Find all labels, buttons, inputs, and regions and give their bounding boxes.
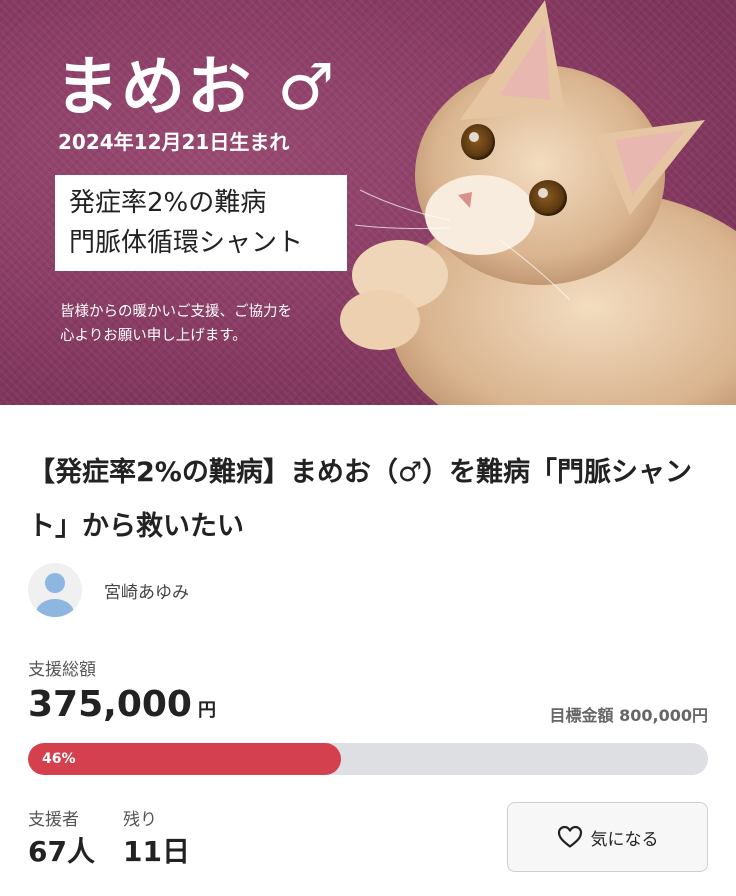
heart-icon: [557, 825, 582, 848]
author-name[interactable]: 宮崎あゆみ: [104, 578, 189, 603]
supporters-value: 67人: [28, 835, 95, 868]
raised-label: 支援総額: [28, 660, 96, 680]
progress-bar: 46%: [28, 743, 708, 775]
progress-fill: 46%: [28, 743, 341, 775]
goal-amount: 目標金額 800,000円: [549, 706, 708, 725]
user-avatar-icon[interactable]: [28, 563, 82, 617]
supporters-label: 支援者: [28, 810, 79, 830]
hero-disease-line2: 門脈体循環シャント: [69, 228, 304, 258]
hero-disease-line1: 発症率2%の難病: [69, 188, 267, 218]
hero-cat-name: まめお ♂: [55, 51, 337, 125]
author-row[interactable]: 宮崎あゆみ: [28, 562, 189, 618]
remaining-label: 残り: [123, 810, 157, 830]
raised-amount-value: 375,000: [28, 684, 192, 725]
hero-disease-box: 発症率2%の難病 門脈体循環シャント: [55, 175, 347, 271]
hero-message: 皆様からの暖かいご支援、ご協力を 心よりお願い申し上げます。: [60, 300, 292, 348]
progress-label: 46%: [42, 751, 76, 767]
raised-currency: 円: [197, 700, 216, 721]
hero-message-line2: 心よりお願い申し上げます。: [60, 328, 247, 344]
favorite-button[interactable]: 気になる: [507, 802, 708, 872]
project-title: 【発症率2%の難病】まめお（♂）を難病「門脈シャント」から救いたい: [28, 457, 693, 542]
hero-message-line1: 皆様からの暖かいご支援、ご協力を: [60, 304, 292, 320]
raised-amount: 375,000 円: [28, 684, 216, 725]
remaining-value: 11日: [123, 835, 190, 868]
favorite-label[interactable]: 気になる: [591, 825, 659, 850]
hero-banner: まめお ♂ 2024年12月21日生まれ 発症率2%の難病 門脈体循環シャント …: [0, 0, 736, 405]
cat-photo: [340, 0, 736, 405]
hero-birth-date: 2024年12月21日生まれ: [58, 130, 290, 154]
